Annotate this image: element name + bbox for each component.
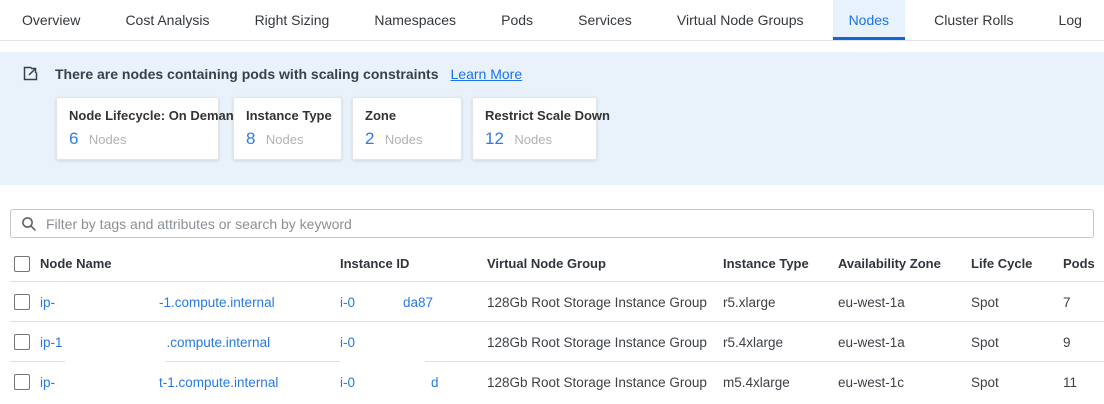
- instance-type-cell: r5.xlarge: [723, 295, 838, 310]
- availability-zone-cell: eu-west-1c: [838, 375, 971, 390]
- tab-cluster-rolls[interactable]: Cluster Rolls: [918, 0, 1029, 40]
- pods-cell: 9: [1063, 335, 1104, 350]
- cluster-tab-bar: Overview Cost Analysis Right Sizing Name…: [0, 0, 1104, 41]
- node-name-link[interactable]: ip-1.compute.internal: [40, 335, 270, 350]
- tab-namespaces[interactable]: Namespaces: [358, 0, 472, 40]
- redaction-patch: [340, 360, 425, 364]
- card-unit: Nodes: [385, 132, 423, 147]
- banner-message: There are nodes containing pods with sca…: [55, 66, 439, 82]
- row-checkbox[interactable]: [14, 374, 30, 390]
- banner-message-row: There are nodes containing pods with sca…: [22, 65, 522, 82]
- instance-id-link[interactable]: i-0da87: [340, 295, 433, 310]
- row-checkbox[interactable]: [14, 334, 30, 350]
- scaling-constraints-banner: There are nodes containing pods with sca…: [0, 52, 1104, 185]
- filter-search-input[interactable]: [46, 216, 1083, 232]
- row-checkbox[interactable]: [14, 294, 30, 310]
- node-name-link[interactable]: ip-t-1.compute.internal: [40, 375, 278, 390]
- availability-zone-cell: eu-west-1a: [838, 335, 971, 350]
- constraint-card-zone[interactable]: Zone 2 Nodes: [352, 97, 462, 160]
- search-icon: [21, 216, 37, 232]
- column-header-virtual-node-group: Virtual Node Group: [487, 256, 723, 271]
- tab-virtual-node-groups[interactable]: Virtual Node Groups: [661, 0, 820, 40]
- filter-search-box: [10, 209, 1094, 238]
- card-count: 2: [365, 129, 374, 149]
- tab-services[interactable]: Services: [562, 0, 648, 40]
- card-title: Zone: [365, 108, 449, 123]
- table-row: ip--1.compute.internal i-0da87 128Gb Roo…: [0, 282, 1104, 322]
- column-header-life-cycle: Life Cycle: [971, 256, 1063, 271]
- column-header-instance-type: Instance Type: [723, 256, 838, 271]
- virtual-node-group-cell: 128Gb Root Storage Instance Group: [487, 335, 723, 350]
- availability-zone-cell: eu-west-1a: [838, 295, 971, 310]
- tab-log[interactable]: Log: [1043, 0, 1098, 40]
- instance-id-link[interactable]: i-0: [340, 335, 355, 350]
- node-name-link[interactable]: ip--1.compute.internal: [40, 295, 275, 310]
- virtual-node-group-cell: 128Gb Root Storage Instance Group: [487, 375, 723, 390]
- virtual-node-group-cell: 128Gb Root Storage Instance Group: [487, 295, 723, 310]
- card-count: 6: [69, 129, 78, 149]
- card-title: Node Lifecycle: On Demand: [69, 108, 206, 123]
- redaction-patch: [65, 360, 165, 364]
- table-row: ip-t-1.compute.internal i-0d 128Gb Root …: [0, 362, 1104, 402]
- life-cycle-cell: Spot: [971, 375, 1063, 390]
- pods-cell: 7: [1063, 295, 1104, 310]
- card-count: 12: [485, 129, 504, 149]
- column-header-instance-id: Instance ID: [340, 256, 487, 271]
- nodes-table: Node Name Instance ID Virtual Node Group…: [0, 245, 1104, 402]
- instance-type-cell: r5.4xlarge: [723, 335, 838, 350]
- card-unit: Nodes: [514, 132, 552, 147]
- column-header-pods: Pods: [1063, 256, 1104, 271]
- constraint-card-node-lifecycle[interactable]: Node Lifecycle: On Demand 6 Nodes: [56, 97, 219, 160]
- select-all-checkbox[interactable]: [14, 256, 30, 272]
- column-header-availability-zone: Availability Zone: [838, 256, 971, 271]
- tab-right-sizing[interactable]: Right Sizing: [239, 0, 346, 40]
- card-title: Restrict Scale Down: [485, 108, 584, 123]
- nodes-page: Overview Cost Analysis Right Sizing Name…: [0, 0, 1104, 404]
- pods-cell: 11: [1063, 375, 1104, 390]
- tab-cost-analysis[interactable]: Cost Analysis: [109, 0, 225, 40]
- life-cycle-cell: Spot: [971, 335, 1063, 350]
- arrow-up-right-square-icon: [22, 65, 39, 82]
- card-count: 8: [246, 129, 255, 149]
- card-unit: Nodes: [266, 132, 304, 147]
- card-unit: Nodes: [89, 132, 127, 147]
- learn-more-link[interactable]: Learn More: [451, 66, 523, 82]
- tab-nodes[interactable]: Nodes: [833, 0, 905, 40]
- life-cycle-cell: Spot: [971, 295, 1063, 310]
- instance-type-cell: m5.4xlarge: [723, 375, 838, 390]
- tab-overview[interactable]: Overview: [6, 0, 96, 40]
- tab-pods[interactable]: Pods: [485, 0, 549, 40]
- column-header-node-name: Node Name: [40, 256, 340, 271]
- card-title: Instance Type: [246, 108, 329, 123]
- constraint-card-restrict-scale-down[interactable]: Restrict Scale Down 12 Nodes: [472, 97, 597, 160]
- instance-id-link[interactable]: i-0d: [340, 375, 439, 390]
- constraint-card-instance-type[interactable]: Instance Type 8 Nodes: [233, 97, 342, 160]
- table-row: ip-1.compute.internal i-0 128Gb Root Sto…: [0, 322, 1104, 362]
- table-header-row: Node Name Instance ID Virtual Node Group…: [0, 245, 1104, 282]
